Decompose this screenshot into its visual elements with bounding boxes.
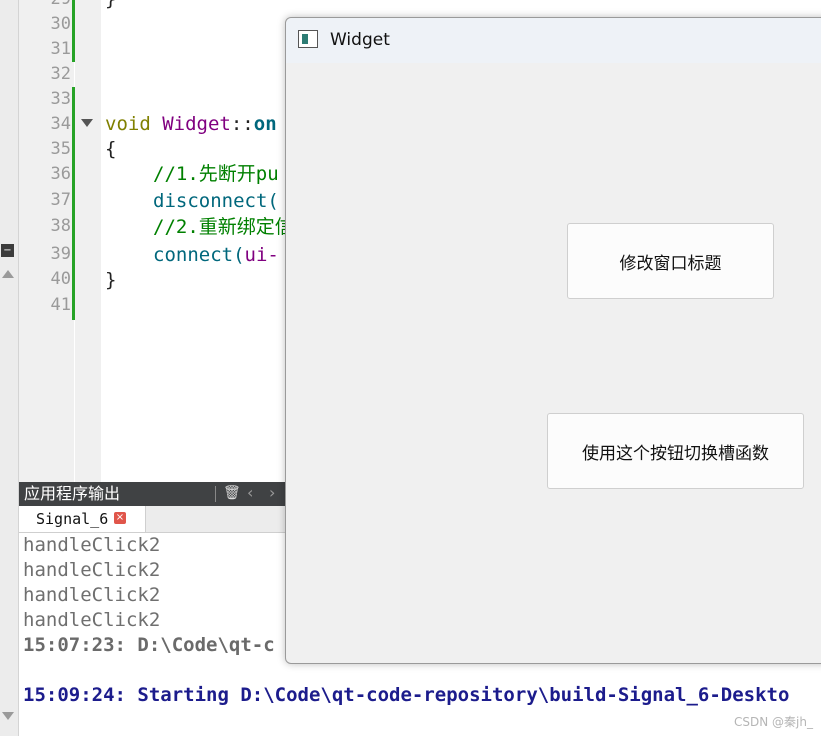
left-sidebar-strip: − bbox=[0, 0, 19, 736]
tab-signal-6[interactable]: Signal_6 × bbox=[19, 506, 146, 532]
change-marker bbox=[72, 87, 75, 320]
output-line: handleClick2 bbox=[23, 534, 161, 556]
code-call: connect( bbox=[153, 244, 245, 266]
code-keyword: void bbox=[105, 113, 151, 135]
line-number: 39 bbox=[50, 244, 71, 264]
fold-gutter bbox=[75, 0, 101, 482]
app-window-icon bbox=[298, 30, 318, 48]
code-line: void Widget::on bbox=[105, 112, 277, 137]
output-panel-title: 应用程序输出 bbox=[24, 484, 121, 503]
divider bbox=[215, 486, 216, 502]
switch-slot-button[interactable]: 使用这个按钮切换槽函数 bbox=[547, 413, 804, 489]
code-line: { bbox=[105, 138, 117, 160]
rename-window-button[interactable]: 修改窗口标题 bbox=[567, 223, 774, 299]
code-comment: //2.重新绑定信 bbox=[153, 216, 294, 238]
window-title: Widget bbox=[330, 30, 390, 50]
line-number: 29 bbox=[19, 0, 71, 12]
line-number: 41 bbox=[50, 295, 71, 315]
widget-window[interactable]: Widget 修改窗口标题 使用这个按钮切换槽函数 bbox=[285, 17, 821, 664]
output-line: handleClick2 bbox=[23, 584, 161, 606]
scroll-up-icon[interactable] bbox=[2, 270, 14, 278]
code-comment: //1.先断开pu bbox=[153, 163, 279, 185]
line-number: 33 bbox=[50, 89, 71, 109]
line-number: 38 bbox=[50, 216, 71, 236]
line-number: 31 bbox=[50, 39, 71, 59]
clear-output-icon[interactable]: 🗑 bbox=[223, 485, 241, 501]
code-line: disconnect( bbox=[153, 189, 279, 214]
line-number: 35 bbox=[50, 139, 71, 159]
code-line: //1.先断开pu bbox=[153, 162, 279, 187]
line-number: 34 bbox=[50, 114, 71, 134]
code-class-name: Widget bbox=[162, 113, 231, 135]
code-function-name: on bbox=[253, 113, 277, 135]
code-call: disconnect( bbox=[153, 190, 279, 212]
line-number: 36 bbox=[50, 164, 71, 184]
output-line: 15:09:24: Starting D:\Code\qt-code-repos… bbox=[23, 684, 790, 706]
code-line: } bbox=[105, 0, 116, 12]
next-item-icon[interactable]: › bbox=[269, 483, 275, 502]
output-line: handleClick2 bbox=[23, 609, 161, 631]
code-scope-operator: :: bbox=[230, 113, 254, 135]
output-line: handleClick2 bbox=[23, 559, 161, 581]
line-number: 30 bbox=[50, 14, 71, 34]
output-line: 15:07:23: D:\Code\qt-c bbox=[23, 634, 275, 656]
window-title-bar[interactable]: Widget bbox=[286, 18, 821, 63]
code-arg: ui- bbox=[244, 244, 279, 266]
fold-arrow-icon[interactable] bbox=[81, 119, 93, 127]
code-line: } bbox=[105, 269, 117, 291]
line-number-gutter: 29 30 31 32 33 34 35 36 37 38 39 40 41 bbox=[19, 0, 74, 482]
line-number: 32 bbox=[50, 64, 71, 84]
code-line: connect(ui- bbox=[153, 243, 279, 268]
watermark: CSDN @秦jh_ bbox=[734, 715, 813, 729]
line-number: 40 bbox=[50, 269, 71, 289]
collapse-toggle-icon[interactable]: − bbox=[1, 244, 14, 257]
code-line: //2.重新绑定信 bbox=[153, 215, 294, 240]
change-marker bbox=[72, 0, 75, 62]
previous-item-icon[interactable]: ‹ bbox=[247, 483, 253, 502]
scroll-down-icon[interactable] bbox=[2, 712, 14, 720]
line-number: 37 bbox=[50, 190, 71, 210]
tab-label: Signal_6 bbox=[36, 510, 109, 528]
close-tab-icon[interactable]: × bbox=[114, 512, 126, 524]
